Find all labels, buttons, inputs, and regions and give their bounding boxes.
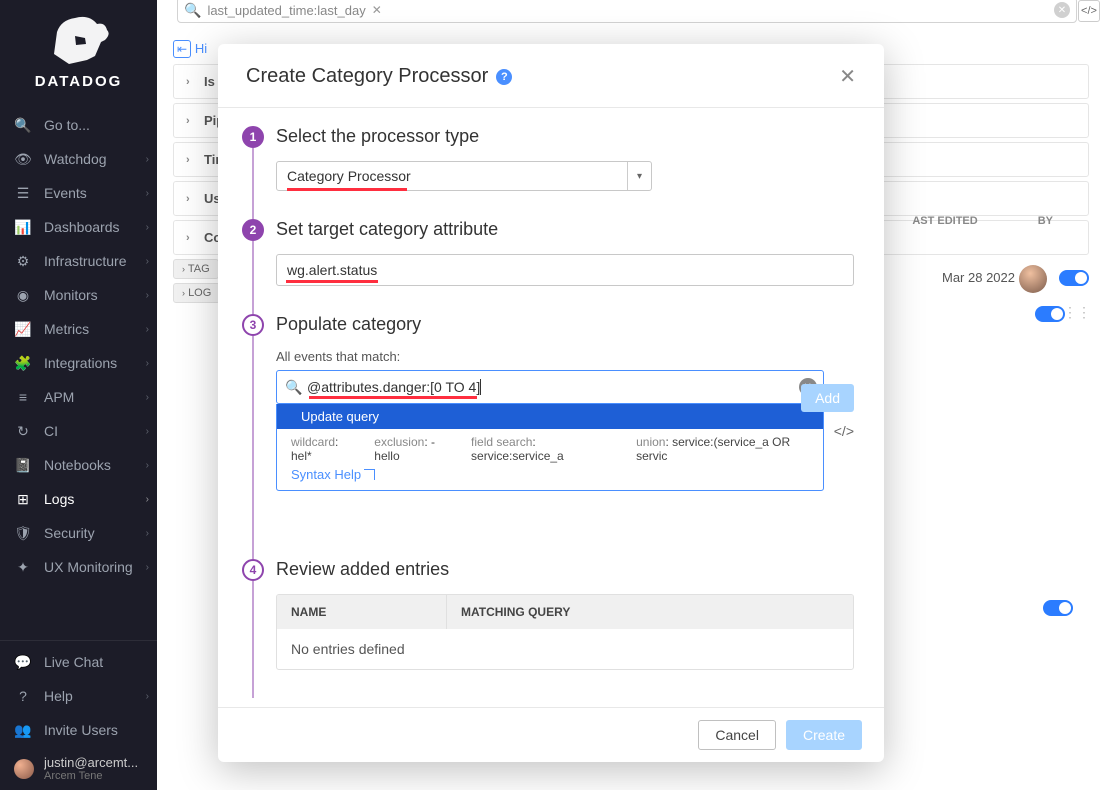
modal-body: 1 Select the processor type Category Pro… [218,108,884,707]
step-4-title: Review added entries [276,559,854,580]
syntax-hints: wildcard: hel* exclusion: -hello field s… [277,429,823,465]
step-number-4: 4 [242,559,264,581]
step-connector [252,148,254,219]
add-button[interactable]: Add [801,384,854,412]
modal-backdrop: Create Category Processor ? ✕ 1 Select t… [0,0,1105,790]
step-3-title: Populate category [276,314,854,335]
step-number-3: 3 [242,314,264,336]
create-button[interactable]: Create [786,720,862,750]
update-query-option[interactable]: Update query [277,404,823,429]
caret [480,379,481,395]
col-name: NAME [277,595,447,629]
step-2-title: Set target category attribute [276,219,854,240]
step-connector [252,336,254,559]
col-query: MATCHING QUERY [447,595,853,629]
entries-table: NAME MATCHING QUERY No entries defined [276,594,854,670]
select-value: Category Processor [287,168,411,184]
highlight-underline [287,188,407,191]
match-label: All events that match: [276,349,854,364]
close-icon[interactable]: ✕ [839,64,856,89]
modal-footer: Cancel Create [218,707,884,762]
query-input[interactable]: 🔍 @attributes.danger:[0 TO 4] ✕ [276,370,824,404]
modal-header: Create Category Processor ? ✕ [218,44,884,108]
code-toggle-icon[interactable]: </> [834,423,854,439]
hint-label: union [636,435,665,449]
cancel-button[interactable]: Cancel [698,720,776,750]
chevron-down-icon: ▾ [627,162,651,190]
query-box: 🔍 @attributes.danger:[0 TO 4] ✕ Update q… [276,370,824,491]
step-1-title: Select the processor type [276,126,854,147]
step-connector [252,241,254,314]
step-4: 4 Review added entries NAME MATCHING QUE… [276,559,854,670]
search-icon: 🔍 [285,379,302,396]
step-number-2: 2 [242,219,264,241]
external-link-icon [364,469,375,480]
step-1: 1 Select the processor type Category Pro… [276,126,854,191]
step-2: 2 Set target category attribute [276,219,854,286]
empty-state: No entries defined [277,629,853,669]
query-text: @attributes.danger:[0 TO 4] [307,379,480,395]
highlight-underline [309,396,477,399]
step-3: 3 Populate category All events that matc… [276,314,854,531]
modal-title: Create Category Processor [246,65,488,88]
hint-label: exclusion [374,435,424,449]
help-icon[interactable]: ? [496,69,512,85]
highlight-underline [286,280,378,283]
query-suggestions: Update query wildcard: hel* exclusion: -… [276,404,824,491]
hint-label: wildcard [291,435,335,449]
step-connector [252,581,254,698]
syntax-help-link[interactable]: Syntax Help [277,465,823,490]
table-head: NAME MATCHING QUERY [277,595,853,629]
hint-label: field search [471,435,532,449]
processor-type-select[interactable]: Category Processor ▾ [276,161,652,191]
create-processor-modal: Create Category Processor ? ✕ 1 Select t… [218,44,884,762]
step-number-1: 1 [242,126,264,148]
